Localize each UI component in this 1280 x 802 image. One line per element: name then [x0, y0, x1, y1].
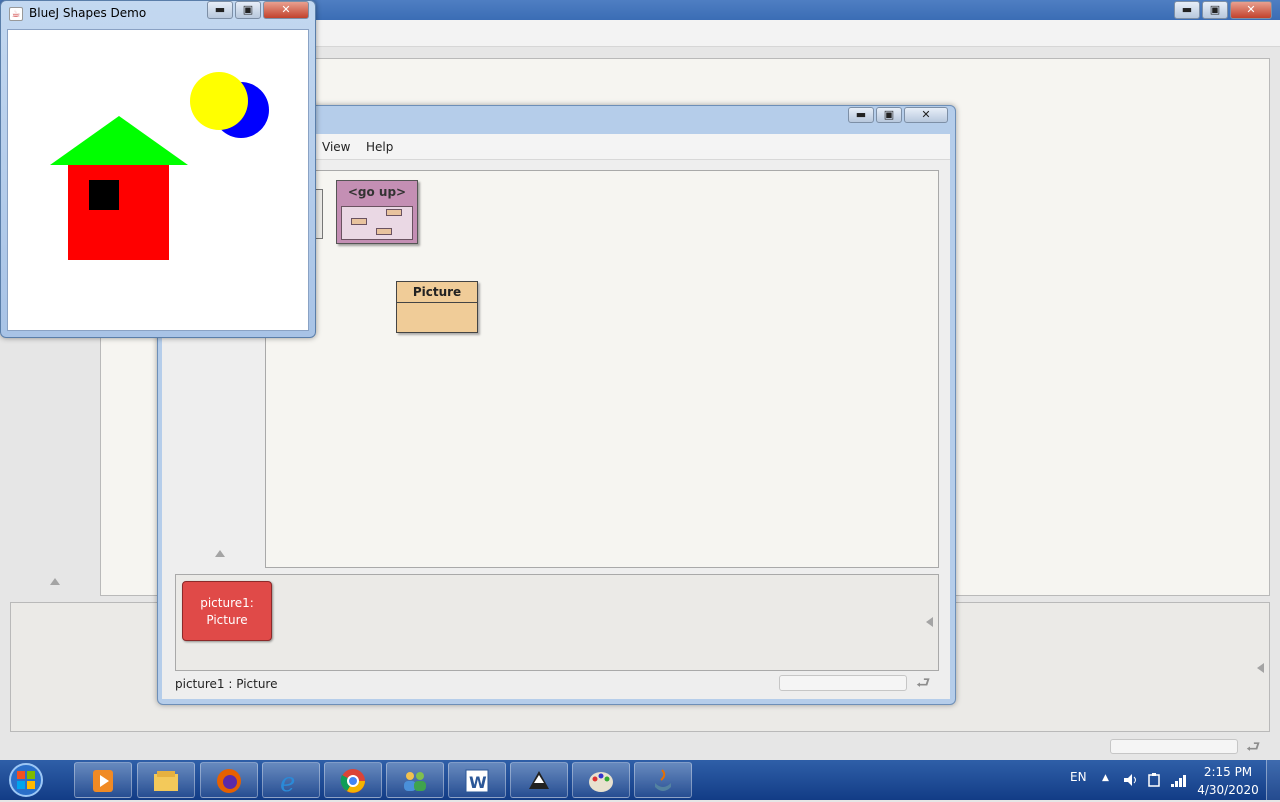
chrome-icon [340, 769, 365, 793]
word-icon: W [465, 769, 489, 793]
project-minimize-button[interactable]: ▬ [848, 107, 874, 123]
package-class-rect [376, 228, 392, 235]
power-icon[interactable] [1146, 772, 1162, 791]
shapes-close-button[interactable]: ✕ [263, 1, 309, 19]
background-bench-arrow-icon[interactable] [1257, 663, 1264, 673]
background-maximize-button[interactable]: ▣ [1202, 1, 1228, 19]
green-roof-triangle [50, 116, 188, 165]
clock-date[interactable]: 4/30/2020 [1196, 783, 1260, 797]
background-minimize-button[interactable]: ▬ [1174, 1, 1200, 19]
taskbar-people[interactable] [386, 762, 444, 798]
package-class-rect [351, 218, 367, 225]
file-explorer-icon [154, 771, 178, 791]
show-hidden-icons-icon[interactable]: ▲ [1102, 773, 1109, 783]
background-collapse-arrow-icon[interactable] [50, 578, 60, 585]
shapes-window-title: BlueJ Shapes Demo [29, 6, 147, 20]
taskbar-word[interactable]: W [448, 762, 506, 798]
show-desktop-button[interactable] [1266, 760, 1280, 800]
object-type: Picture [206, 613, 248, 627]
taskbar-inkscape[interactable] [510, 762, 568, 798]
firefox-icon [217, 769, 241, 793]
java-icon [655, 769, 671, 791]
red-house-wall [68, 165, 169, 260]
yellow-circle [190, 72, 248, 130]
taskbar-firefox[interactable] [200, 762, 258, 798]
inkscape-icon [529, 771, 549, 789]
shapes-maximize-button[interactable]: ▣ [235, 1, 261, 19]
background-close-button[interactable]: ✕ [1230, 1, 1272, 19]
menu-view[interactable]: View [322, 140, 350, 154]
black-window-square [89, 180, 119, 210]
taskbar-internet-explorer[interactable]: e [262, 762, 320, 798]
taskbar-media-player[interactable] [74, 762, 132, 798]
project-maximize-button[interactable]: ▣ [876, 107, 902, 123]
java-app-icon: ☕ [9, 7, 23, 21]
shapes-drawing [50, 72, 269, 260]
svg-text:W: W [469, 773, 487, 792]
object-instance[interactable]: picture1: Picture [182, 581, 272, 641]
taskbar-file-explorer[interactable] [137, 762, 195, 798]
volume-icon[interactable] [1122, 772, 1138, 791]
shapes-canvas [7, 29, 309, 331]
taskbar-chrome[interactable] [324, 762, 382, 798]
network-signal-icon[interactable] [1170, 772, 1188, 791]
people-icon [404, 772, 426, 791]
shapes-minimize-button[interactable]: ▬ [207, 1, 233, 19]
media-player-icon [93, 770, 113, 792]
language-indicator[interactable]: EN [1070, 770, 1087, 784]
picture-class-name: Picture [396, 281, 478, 303]
object-bench [175, 574, 939, 671]
background-progress-bar [1110, 739, 1238, 754]
background-reset-icon[interactable]: ⮐ [1246, 736, 1260, 763]
menu-help[interactable]: Help [366, 140, 393, 154]
reset-machine-icon[interactable]: ⮐ [916, 672, 930, 699]
internet-explorer-icon: e [280, 768, 295, 795]
taskbar-paint[interactable] [572, 762, 630, 798]
object-name: picture1: [200, 596, 254, 610]
project-close-button[interactable]: ✕ [904, 107, 948, 123]
go-up-label: <go up> [347, 185, 407, 199]
progress-bar [779, 675, 907, 691]
svg-text:e: e [280, 768, 295, 795]
bench-scroll-arrow-icon[interactable] [926, 617, 933, 627]
clock-time[interactable]: 2:15 PM [1196, 765, 1260, 779]
package-class-rect [386, 209, 402, 216]
taskbar-java[interactable] [634, 762, 692, 798]
paint-icon [589, 772, 613, 792]
collapse-toolbar-arrow-icon[interactable] [215, 550, 225, 557]
status-text: picture1 : Picture [175, 677, 278, 691]
start-button[interactable] [4, 761, 48, 799]
